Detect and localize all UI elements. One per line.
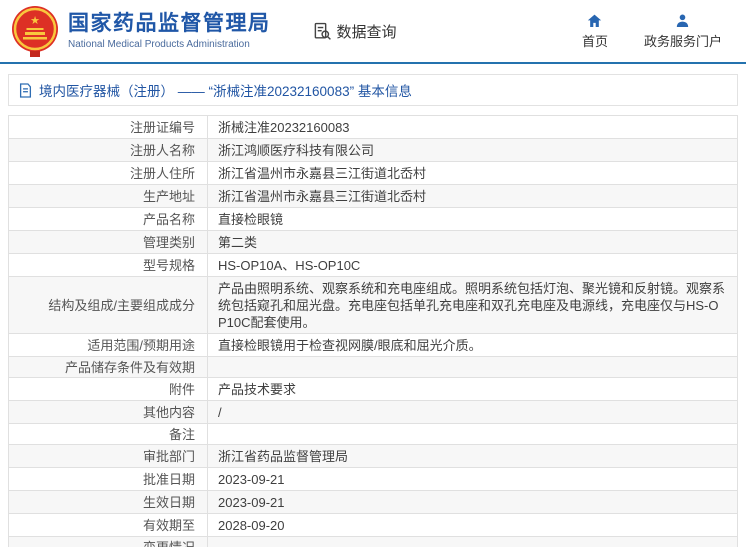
org-name-en: National Medical Products Administration	[68, 38, 250, 50]
table-row: 产品储存条件及有效期	[8, 356, 738, 378]
document-search-icon	[314, 22, 331, 40]
user-icon	[677, 14, 689, 27]
table-row: 备注	[8, 423, 738, 445]
row-label: 产品储存条件及有效期	[8, 356, 208, 378]
page-title-bar: 境内医疗器械（注册） —— “浙械注准20232160083” 基本信息	[8, 74, 738, 106]
row-label: 其他内容	[8, 400, 208, 424]
row-label: 管理类别	[8, 230, 208, 254]
row-label: 注册人名称	[8, 138, 208, 162]
row-value: 直接检眼镜	[207, 207, 738, 231]
info-table: 注册证编号 浙械注准20232160083 注册人名称 浙江鸿顺医疗科技有限公司…	[8, 115, 738, 547]
table-row: 生产地址 浙江省温州市永嘉县三江街道北岙村	[8, 184, 738, 208]
page-title: 境内医疗器械（注册） —— “浙械注准20232160083” 基本信息	[39, 84, 412, 99]
national-emblem-logo: ★	[12, 6, 58, 57]
header-nav: 首页 政务服务门户	[582, 13, 730, 50]
row-label: 有效期至	[8, 513, 208, 537]
row-value: 浙江省温州市永嘉县三江街道北岙村	[207, 184, 738, 208]
data-query-button[interactable]: 数据查询	[313, 21, 397, 42]
data-query-label: 数据查询	[336, 23, 397, 41]
row-value: 浙江鸿顺医疗科技有限公司	[207, 138, 738, 162]
row-label: 生产地址	[8, 184, 208, 208]
row-label: 注册证编号	[8, 115, 208, 139]
row-label: 变更情况	[8, 536, 208, 547]
table-row: 附件 产品技术要求	[8, 377, 738, 401]
nav-item-home[interactable]: 首页	[582, 13, 608, 50]
row-value: 2023-09-21	[207, 490, 738, 514]
site-logo-block[interactable]: ★ 国家药品监督管理局 National Medical Products Ad…	[10, 5, 271, 57]
table-row: 注册证编号 浙械注准20232160083	[8, 115, 738, 139]
table-row: 注册人名称 浙江鸿顺医疗科技有限公司	[8, 138, 738, 162]
row-label: 生效日期	[8, 490, 208, 514]
row-label: 注册人住所	[8, 161, 208, 185]
row-value: /	[207, 400, 738, 424]
row-label: 型号规格	[8, 253, 208, 277]
table-row: 变更情况	[8, 536, 738, 547]
row-label: 批准日期	[8, 467, 208, 491]
org-names: 国家药品监督管理局 National Medical Products Admi…	[68, 12, 271, 51]
table-row: 审批部门 浙江省药品监督管理局	[8, 444, 738, 468]
row-value: 产品技术要求	[207, 377, 738, 401]
row-value: 2023-09-21	[207, 467, 738, 491]
row-value: 直接检眼镜用于检查视网膜/眼底和屈光介质。	[207, 333, 738, 357]
row-value: 2028-09-20	[207, 513, 738, 537]
row-value: HS-OP10A、HS-OP10C	[207, 253, 738, 277]
document-icon	[19, 82, 32, 98]
nav-home-label: 首页	[581, 33, 608, 49]
table-row: 型号规格 HS-OP10A、HS-OP10C	[8, 253, 738, 277]
row-value	[207, 536, 738, 547]
row-value	[207, 423, 738, 445]
row-label: 审批部门	[8, 444, 208, 468]
row-label: 产品名称	[8, 207, 208, 231]
row-value: 浙江省温州市永嘉县三江街道北岙村	[207, 161, 738, 185]
row-value	[207, 356, 738, 378]
svg-text:★: ★	[30, 15, 40, 27]
site-header: ★ 国家药品监督管理局 National Medical Products Ad…	[0, 0, 746, 64]
info-table-body: 注册证编号 浙械注准20232160083 注册人名称 浙江鸿顺医疗科技有限公司…	[8, 115, 738, 547]
table-row: 批准日期 2023-09-21	[8, 467, 738, 491]
table-row: 注册人住所 浙江省温州市永嘉县三江街道北岙村	[8, 161, 738, 185]
row-label: 结构及组成/主要组成成分	[8, 276, 208, 334]
table-row: 结构及组成/主要组成成分 产品由照明系统、观察系统和充电座组成。照明系统包括灯泡…	[8, 276, 738, 334]
home-icon	[588, 14, 602, 27]
table-row: 适用范围/预期用途 直接检眼镜用于检查视网膜/眼底和屈光介质。	[8, 333, 738, 357]
row-value: 浙江省药品监督管理局	[207, 444, 738, 468]
org-name-zh: 国家药品监督管理局	[68, 11, 271, 35]
row-label: 适用范围/预期用途	[8, 333, 208, 357]
row-value: 产品由照明系统、观察系统和充电座组成。照明系统包括灯泡、聚光镜和反射镜。观察系统…	[207, 276, 738, 334]
table-row: 管理类别 第二类	[8, 230, 738, 254]
table-row: 有效期至 2028-09-20	[8, 513, 738, 537]
nav-portal-label: 政务服务门户	[643, 33, 722, 49]
table-row: 产品名称 直接检眼镜	[8, 207, 738, 231]
table-row: 生效日期 2023-09-21	[8, 490, 738, 514]
nav-item-portal[interactable]: 政务服务门户	[644, 13, 722, 50]
row-label: 附件	[8, 377, 208, 401]
row-value: 第二类	[207, 230, 738, 254]
row-value: 浙械注准20232160083	[207, 115, 738, 139]
table-row: 其他内容 /	[8, 400, 738, 424]
row-label: 备注	[8, 423, 208, 445]
